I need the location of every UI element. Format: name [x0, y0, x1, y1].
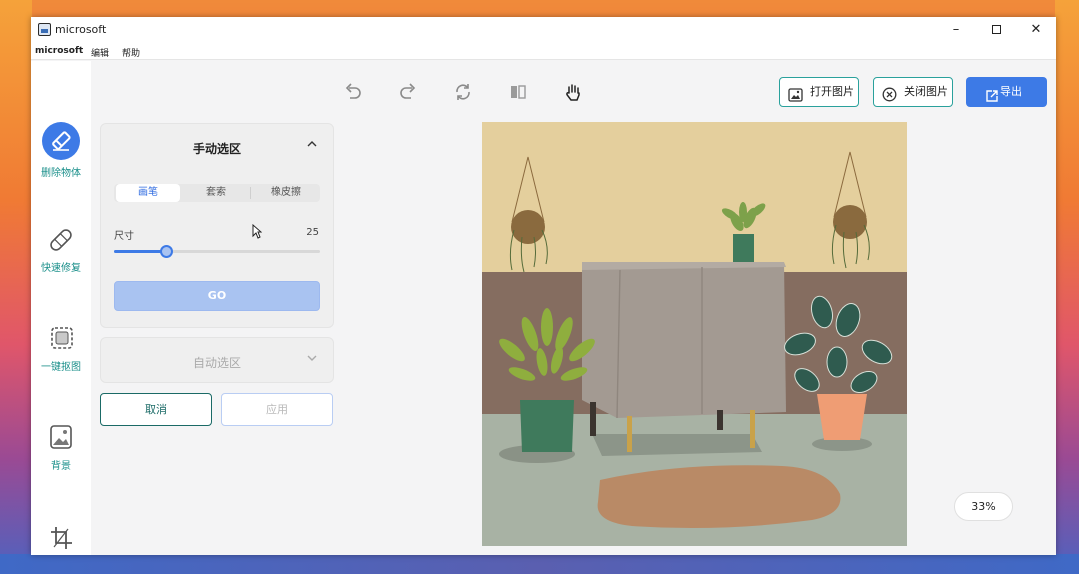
sidebar-item-crop[interactable] [31, 523, 91, 553]
open-image-label: 打开图片 [810, 85, 854, 98]
sidebar-item-cutout[interactable]: 一键抠图 [31, 324, 91, 373]
open-image-button[interactable]: 打开图片 [779, 77, 859, 107]
bandage-icon [42, 225, 80, 255]
tab-brush[interactable]: 画笔 [116, 184, 180, 202]
apply-button[interactable]: 应用 [221, 393, 333, 426]
chevron-up-icon[interactable] [307, 140, 317, 151]
background-image-icon [42, 423, 80, 453]
image-canvas[interactable] [482, 122, 907, 546]
desktop-background-bottom [0, 554, 1079, 574]
menu-bar: microsoft 编辑 帮助 [31, 43, 1056, 60]
tab-eraser[interactable]: 橡皮擦 [253, 184, 319, 202]
menu-edit[interactable]: 编辑 [91, 46, 109, 59]
cutout-icon [42, 324, 80, 354]
title-bar: microsoft – ✕ [31, 17, 1056, 43]
sidebar-item-remove-object[interactable]: 删除物体 [31, 122, 91, 179]
close-circle-icon [882, 85, 897, 113]
go-button[interactable]: GO [114, 281, 320, 311]
close-window-button[interactable]: ✕ [1016, 17, 1056, 43]
sidebar-item-label: 一键抠图 [41, 362, 81, 373]
tab-lasso[interactable]: 套索 [184, 184, 248, 202]
compare-icon[interactable] [508, 82, 528, 102]
chevron-down-icon[interactable] [307, 354, 317, 365]
maximize-icon [991, 25, 1001, 34]
export-label: 导出 [1000, 85, 1022, 98]
close-image-button[interactable]: 关闭图片 [873, 77, 953, 107]
auto-selection-title: 自动选区 [192, 356, 241, 370]
app-logo-icon [38, 23, 51, 36]
redo-icon[interactable] [398, 82, 418, 102]
brush-size-slider[interactable] [114, 245, 320, 258]
slider-handle[interactable] [160, 245, 173, 258]
sidebar-item-quick-fix[interactable]: 快速修复 [31, 225, 91, 274]
sidebar-item-background[interactable]: 背景 [31, 423, 91, 472]
eraser-icon [42, 122, 80, 160]
close-image-label: 关闭图片 [904, 85, 948, 98]
menu-app[interactable]: microsoft [35, 46, 83, 56]
cancel-button[interactable]: 取消 [100, 393, 212, 426]
export-icon [985, 85, 999, 115]
sidebar-item-label: 快速修复 [41, 263, 81, 274]
zoom-level[interactable]: 33% [954, 492, 1013, 521]
tab-divider [250, 187, 251, 199]
manual-selection-title: 手动选区 [192, 142, 241, 156]
desktop-background-right [1055, 0, 1079, 574]
tool-sidebar: 删除物体 快速修复 一键抠图 背景 [31, 61, 91, 555]
size-label: 尺寸 [114, 231, 134, 242]
hand-icon[interactable] [563, 82, 583, 102]
desktop-background-left [0, 0, 32, 574]
auto-selection-panel[interactable]: 自动选区 [100, 337, 334, 383]
app-window: microsoft – ✕ microsoft 编辑 帮助 删除物体 快速修复 … [31, 17, 1056, 555]
crop-icon [42, 523, 80, 553]
manual-selection-panel: 手动选区 画笔 套索 橡皮擦 尺寸 25 GO [100, 123, 334, 328]
menu-help[interactable]: 帮助 [122, 46, 140, 59]
sidebar-item-label: 背景 [51, 461, 71, 472]
maximize-button[interactable] [976, 17, 1016, 43]
sidebar-item-label: 删除物体 [41, 168, 81, 179]
export-button[interactable]: 导出 [966, 77, 1047, 107]
selection-mode-tabs: 画笔 套索 橡皮擦 [114, 184, 320, 202]
undo-icon[interactable] [343, 82, 363, 102]
mouse-cursor-icon [252, 223, 263, 243]
image-icon [788, 85, 803, 113]
minimize-button[interactable]: – [936, 17, 976, 43]
room-illustration [482, 122, 907, 546]
reset-icon[interactable] [453, 82, 473, 102]
size-value: 25 [306, 227, 319, 238]
window-title: microsoft [55, 23, 107, 36]
